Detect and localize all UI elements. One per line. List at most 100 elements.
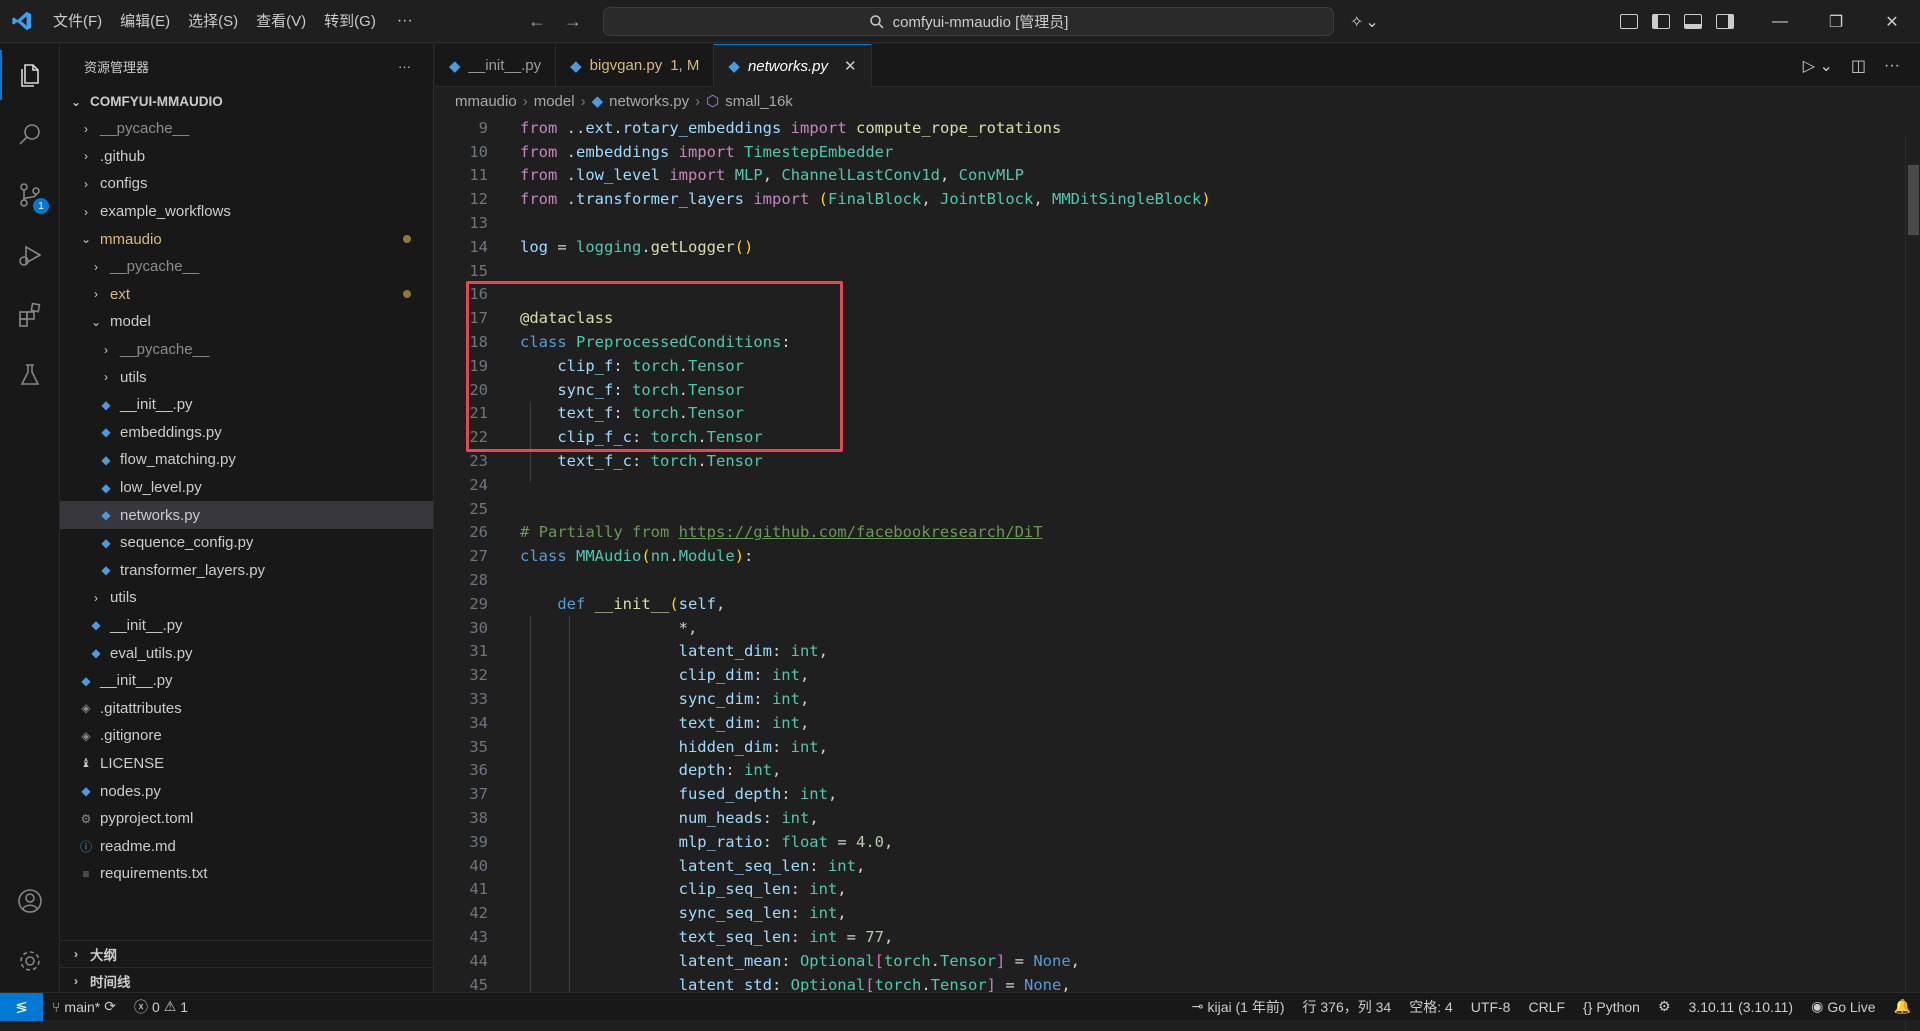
tree-file[interactable]: ⚙ pyproject.toml xyxy=(60,805,433,833)
tree-file[interactable]: ◆ __init__.py xyxy=(60,391,433,419)
code-line[interactable]: 42 sync_seq_len: int, xyxy=(435,901,1895,925)
workspace-root[interactable]: ⌄ COMFYUI-MMAUDIO xyxy=(60,88,433,115)
tree-folder[interactable]: ⌄ model xyxy=(60,308,433,336)
code-line[interactable]: 43 text_seq_len: int = 77, xyxy=(435,925,1895,949)
code-line[interactable]: 22 clip_f_c: torch.Tensor xyxy=(435,425,1895,449)
tree-file[interactable]: ◆ eval_utils.py xyxy=(60,639,433,667)
code-line[interactable]: 35 hidden_dim: int, xyxy=(435,735,1895,759)
extensions-icon[interactable] xyxy=(0,286,60,344)
code-line[interactable]: 40 latent_seq_len: int, xyxy=(435,854,1895,878)
code-line[interactable]: 23 text_f_c: torch.Tensor xyxy=(435,449,1895,473)
git-blame[interactable]: ⊸ kijai (1 年前) xyxy=(1183,997,1294,1017)
close-window-icon[interactable]: ✕ xyxy=(1864,0,1920,43)
code-line[interactable]: 13 xyxy=(435,211,1895,235)
breadcrumb-item[interactable]: mmaudio xyxy=(455,93,517,110)
close-tab-icon[interactable]: ✕ xyxy=(844,57,857,75)
code-line[interactable]: 38 num_heads: int, xyxy=(435,806,1895,830)
account-icon[interactable] xyxy=(0,872,60,930)
code-line[interactable]: 31 latent_dim: int, xyxy=(435,640,1895,664)
code-line[interactable]: 37 fused_depth: int, xyxy=(435,782,1895,806)
code-line[interactable]: 41 clip_seq_len: int, xyxy=(435,878,1895,902)
search-icon[interactable] xyxy=(0,106,60,164)
split-editor-icon[interactable]: ◫ xyxy=(1851,56,1866,76)
python-interpreter[interactable]: 3.10.11 (3.10.11) xyxy=(1680,999,1803,1015)
run-debug-icon[interactable] xyxy=(0,226,60,284)
outline-section[interactable]: › 大纲 xyxy=(60,940,434,967)
tree-file[interactable]: ◆ nodes.py xyxy=(60,777,433,805)
branch-indicator[interactable]: ⑂ main* ⟳ xyxy=(43,998,125,1015)
code-line[interactable]: 20 sync_f: torch.Tensor xyxy=(435,378,1895,402)
tree-file[interactable]: ♝ LICENSE xyxy=(60,750,433,778)
problems-indicator[interactable]: ⓧ 0 ⚠ 1 xyxy=(125,997,197,1017)
tree-file[interactable]: ◆ transformer_layers.py xyxy=(60,557,433,585)
tree-file[interactable]: ◆ embeddings.py xyxy=(60,419,433,447)
menu-item[interactable]: 查看(V) xyxy=(247,0,315,43)
copilot-button[interactable]: ✧ ⌄ xyxy=(1350,0,1379,43)
minimize-icon[interactable]: — xyxy=(1752,0,1808,43)
editor-tab[interactable]: ◆ networks.py ✕ xyxy=(714,44,872,87)
code-line[interactable]: 32 clip_dim: int, xyxy=(435,663,1895,687)
code-line[interactable]: 36 depth: int, xyxy=(435,759,1895,783)
code-line[interactable]: 44 latent_mean: Optional[torch.Tensor] =… xyxy=(435,949,1895,973)
cursor-position[interactable]: 行 376，列 34 xyxy=(1293,997,1400,1017)
menu-item[interactable]: 文件(F) xyxy=(44,0,111,43)
code-line[interactable]: 14 log = logging.getLogger() xyxy=(435,235,1895,259)
tree-file[interactable]: ◆ flow_matching.py xyxy=(60,446,433,474)
copilot-status-icon[interactable]: ⚙ xyxy=(1649,998,1680,1015)
code-editor[interactable]: 9 from ..ext.rotary_embeddings import com… xyxy=(435,116,1895,992)
menu-item[interactable]: 编辑(E) xyxy=(111,0,179,43)
tree-folder[interactable]: › utils xyxy=(60,363,433,391)
more-menu-icon[interactable]: ··· xyxy=(385,12,425,30)
restore-icon[interactable]: ❐ xyxy=(1808,0,1864,43)
source-control-icon[interactable]: 1 xyxy=(0,166,60,224)
code-line[interactable]: 16 xyxy=(435,283,1895,307)
code-line[interactable]: 18 class PreprocessedConditions: xyxy=(435,330,1895,354)
breadcrumb-item[interactable]: networks.py xyxy=(609,93,689,110)
code-line[interactable]: 10 from .embeddings import TimestepEmbedd… xyxy=(435,140,1895,164)
vertical-scrollbar[interactable] xyxy=(1905,135,1920,1031)
tree-file[interactable]: ◆ networks.py xyxy=(60,501,433,529)
editor-tab[interactable]: ◆ __init__.py xyxy=(435,44,557,87)
toggle-primary-sidebar-icon[interactable] xyxy=(1652,14,1670,29)
line-ending[interactable]: CRLF xyxy=(1519,999,1574,1015)
code-line[interactable]: 34 text_dim: int, xyxy=(435,711,1895,735)
notifications-bell-icon[interactable]: 🔔 xyxy=(1885,998,1920,1015)
more-actions-icon[interactable]: ··· xyxy=(398,59,411,74)
customize-layout-icon[interactable] xyxy=(1620,14,1638,29)
code-line[interactable]: 33 sync_dim: int, xyxy=(435,687,1895,711)
tree-file[interactable]: ◆ sequence_config.py xyxy=(60,529,433,557)
explorer-icon[interactable] xyxy=(0,46,60,104)
code-line[interactable]: 30 *, xyxy=(435,616,1895,640)
code-line[interactable]: 15 xyxy=(435,259,1895,283)
menu-item[interactable]: 选择(S) xyxy=(179,0,247,43)
code-line[interactable]: 27 class MMAudio(nn.Module): xyxy=(435,544,1895,568)
tree-file[interactable]: ◆ __init__.py xyxy=(60,612,433,640)
back-arrow-icon[interactable]: ← xyxy=(528,11,546,32)
code-line[interactable]: 9 from ..ext.rotary_embeddings import com… xyxy=(435,116,1895,140)
tree-file[interactable]: ≡ requirements.txt xyxy=(60,860,433,888)
tree-file[interactable]: ◈ .gitattributes xyxy=(60,694,433,722)
code-line[interactable]: 21 text_f: torch.Tensor xyxy=(435,402,1895,426)
go-live-button[interactable]: ◉ Go Live xyxy=(1802,998,1884,1015)
code-line[interactable]: 12 from .transformer_layers import (Final… xyxy=(435,187,1895,211)
code-line[interactable]: 17 @dataclass xyxy=(435,306,1895,330)
toggle-panel-icon[interactable] xyxy=(1684,14,1702,29)
timeline-section[interactable]: › 时间线 xyxy=(60,967,434,994)
code-line[interactable]: 24 xyxy=(435,473,1895,497)
scrollbar-thumb[interactable] xyxy=(1908,165,1919,235)
tree-file[interactable]: ◆ __init__.py xyxy=(60,667,433,695)
breadcrumb-item[interactable]: small_16k xyxy=(725,93,793,110)
testing-flask-icon[interactable] xyxy=(0,346,60,404)
tree-folder[interactable]: › __pycache__ xyxy=(60,115,433,143)
tree-file[interactable]: ◈ .gitignore xyxy=(60,722,433,750)
code-line[interactable]: 45 latent_std: Optional[torch.Tensor] = … xyxy=(435,973,1895,992)
tree-folder[interactable]: › __pycache__ xyxy=(60,253,433,281)
code-line[interactable]: 39 mlp_ratio: float = 4.0, xyxy=(435,830,1895,854)
tree-folder[interactable]: › example_workflows xyxy=(60,198,433,226)
tree-folder[interactable]: › .github xyxy=(60,143,433,171)
tree-folder[interactable]: › __pycache__ xyxy=(60,336,433,364)
code-line[interactable]: 11 from .low_level import MLP, ChannelLas… xyxy=(435,164,1895,188)
settings-gear-icon[interactable] xyxy=(0,932,60,990)
code-line[interactable]: 26 # Partially from https://github.com/fa… xyxy=(435,521,1895,545)
indentation[interactable]: 空格: 4 xyxy=(1400,997,1462,1017)
